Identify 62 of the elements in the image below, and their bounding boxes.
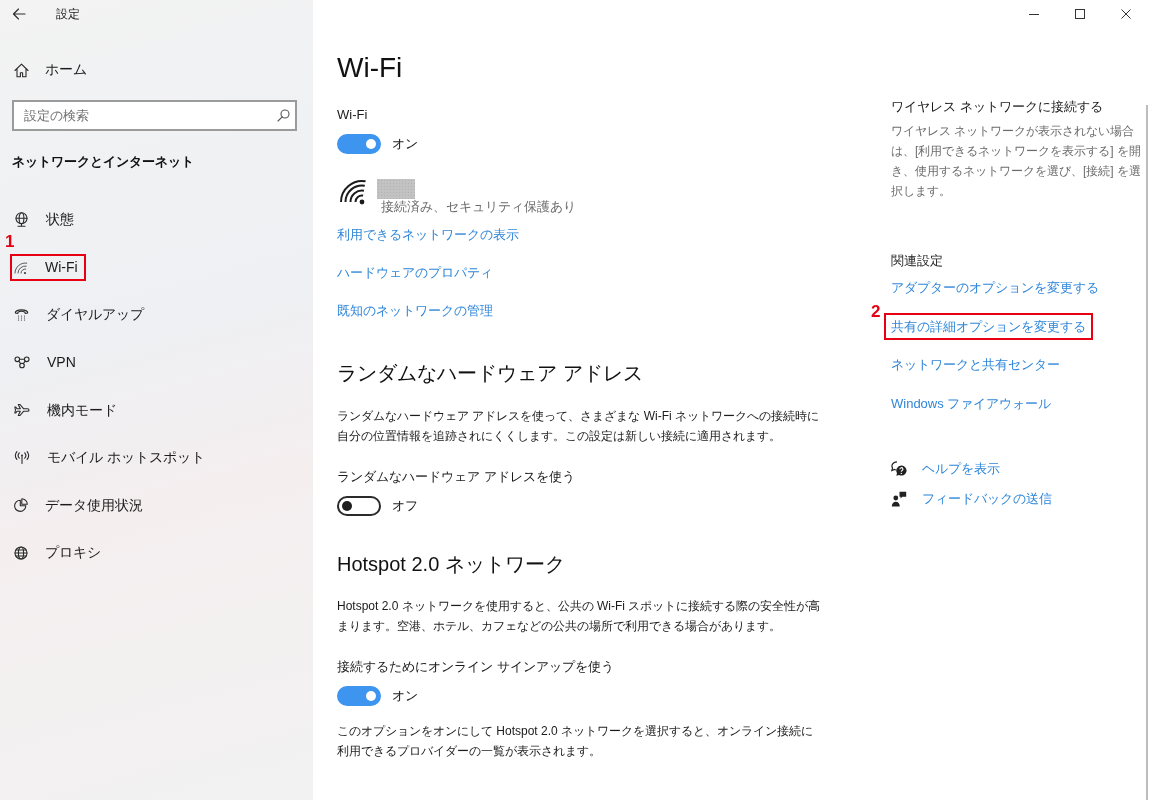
- link[interactable]: 共有の詳細オプションを変更する: [884, 312, 1093, 340]
- search-icon: [277, 109, 290, 122]
- panel-heading: ワイヤレス ネットワークに接続する: [891, 98, 1103, 116]
- wifi-icon: [14, 260, 28, 274]
- scrollbar[interactable]: [1146, 105, 1148, 800]
- connection-status: 接続済み、セキュリティ保護あり: [380, 199, 576, 215]
- setting-label: ランダムなハードウェア アドレスを使う: [337, 468, 575, 486]
- section-heading: ランダムなハードウェア アドレス: [337, 361, 643, 386]
- link[interactable]: ヘルプを表示: [922, 458, 1000, 479]
- description-text: ランダムなハードウェア アドレスを使って、さまざまな Wi-Fi ネットワークへの接続時に自分の位置情報を追跡されにくくします。この設定は新しい接続に適用されます。: [337, 408, 820, 445]
- home-icon: [14, 62, 29, 78]
- link[interactable]: ハードウェアのプロパティ: [337, 263, 493, 283]
- link[interactable]: ネットワークと共有センター: [884, 351, 1067, 379]
- link[interactable]: フィードバックの送信: [922, 488, 1052, 509]
- panel-heading: 関連設定: [891, 252, 943, 270]
- home-nav-item[interactable]: ホーム: [14, 61, 87, 79]
- nav-item[interactable]: ダイヤルアップ: [10, 301, 152, 329]
- help-icon: [891, 460, 907, 477]
- link[interactable]: アダプターのオプションを変更する: [884, 273, 1106, 301]
- description-text: Hotspot 2.0 ネットワークを使用すると、公共の Wi-Fi スポットに接続する際の安全性が高まります。空港、ホテル、カフェなどの公共の場所で利用できる場合があります。: [337, 598, 822, 635]
- minimize-icon: [1029, 13, 1039, 15]
- nav-item[interactable]: 機内モード: [10, 396, 125, 424]
- toggle-state-label: オフ: [392, 497, 418, 515]
- globe-stand-icon: [14, 212, 29, 228]
- link[interactable]: 既知のネットワークの管理: [337, 301, 493, 321]
- wifi-signal-icon: [340, 179, 368, 205]
- telephone-icon: [14, 308, 29, 322]
- nav-item[interactable]: データ使用状況: [10, 491, 151, 519]
- toggle-state-label: オン: [392, 687, 418, 705]
- antenna-icon: [14, 451, 30, 465]
- page-title: Wi-Fi: [337, 51, 403, 85]
- link[interactable]: Windows ファイアウォール: [884, 389, 1059, 417]
- window-title: 設定: [56, 5, 80, 23]
- toggle-switch[interactable]: [337, 686, 381, 706]
- section-heading: Hotspot 2.0 ネットワーク: [337, 552, 565, 577]
- back-arrow-icon: [12, 8, 26, 20]
- airplane-icon: [14, 403, 30, 418]
- person-speech-icon: [891, 490, 907, 507]
- setting-label: 接続するためにオンライン サインアップを使う: [337, 658, 614, 676]
- setting-label: Wi-Fi: [337, 106, 368, 124]
- back-button[interactable]: [12, 8, 26, 20]
- link[interactable]: 利用できるネットワークの表示: [337, 225, 519, 245]
- toggle-switch[interactable]: [337, 134, 381, 154]
- description-text: このオプションをオンにして Hotspot 2.0 ネットワークを選択すると、オンライン接続に利用できるプロバイダーの一覧が表示されます。: [337, 723, 815, 760]
- search-field[interactable]: 設定の検索: [12, 100, 297, 131]
- nav-item[interactable]: モバイル ホットスポット: [10, 444, 213, 472]
- nav-item[interactable]: VPN: [10, 349, 84, 377]
- close-icon: [1121, 9, 1131, 19]
- callout-number: 1: [5, 232, 15, 250]
- linked-rings-icon: [14, 356, 30, 370]
- toggle-state-label: オン: [392, 135, 418, 153]
- toggle-switch[interactable]: [337, 496, 381, 516]
- callout-number: 2: [871, 302, 881, 320]
- nav-item[interactable]: Wi-Fi: [10, 253, 86, 281]
- nav-item[interactable]: 状態: [10, 206, 82, 234]
- pie-chart-icon: [14, 498, 28, 513]
- nav-item[interactable]: プロキシ: [10, 539, 109, 567]
- help-text: ワイヤレス ネットワークが表示されない場合は、[利用できるネットワークを表示する] を開き、使用するネットワークを選び、[接続] を選択します。: [891, 123, 1141, 200]
- globe-icon: [14, 545, 28, 560]
- maximize-icon: [1075, 9, 1085, 19]
- redacted-block: [377, 179, 415, 199]
- section-title: ネットワークとインターネット: [12, 153, 195, 171]
